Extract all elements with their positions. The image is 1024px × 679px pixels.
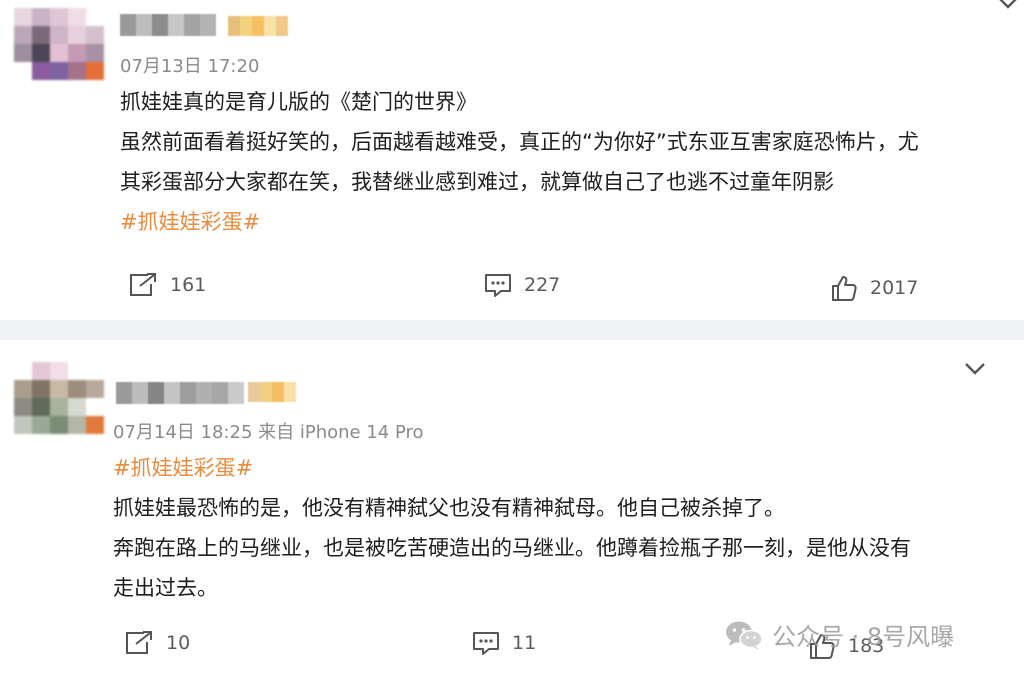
avatar[interactable] — [14, 8, 104, 80]
hashtag-link[interactable]: #抓娃娃彩蛋# — [113, 456, 253, 480]
watermark: 公众号 · 8号风曝 — [724, 617, 954, 652]
hashtag-link[interactable]: #抓娃娃彩蛋# — [120, 210, 260, 234]
post-text-line: 走出过去。 — [113, 576, 218, 600]
share-icon — [126, 631, 152, 654]
post-text-line: 奔跑在路上的马继业，也是被吃苦硬造出的马继业。他蹲着捡瓶子那一刻，是他从没有 — [113, 536, 911, 560]
share-count: 10 — [166, 632, 191, 654]
share-button[interactable]: 10 — [124, 630, 190, 656]
chevron-down-icon[interactable] — [995, 0, 1021, 12]
user-badge — [228, 16, 288, 36]
like-button[interactable]: 2017 — [830, 274, 918, 302]
post-text-line: 其彩蛋部分大家都在笑，我替继业感到难过，就算做自己了也逃不过童年阴影 — [120, 170, 834, 194]
post-divider — [0, 320, 1024, 340]
comment-button[interactable]: 227 — [484, 272, 560, 298]
chevron-down-icon[interactable] — [962, 360, 988, 378]
comment-icon — [473, 632, 499, 655]
comment-count: 11 — [512, 632, 537, 654]
username[interactable] — [116, 382, 244, 404]
avatar[interactable] — [14, 362, 104, 434]
post-text-line: 虽然前面看着挺好笑的，后面越看越难受，真正的“为你好”式东亚互害家庭恐怖片，尤 — [120, 130, 919, 154]
post-timestamp: 07月14日 18:25 来自 iPhone 14 Pro — [113, 422, 424, 443]
post-text: #抓娃娃彩蛋# 抓娃娃最恐怖的是，他没有精神弑父也没有精神弑母。他自己被杀掉了。… — [113, 448, 1003, 608]
comment-count: 227 — [524, 274, 561, 296]
post-text-line: 抓娃娃最恐怖的是，他没有精神弑父也没有精神弑母。他自己被杀掉了。 — [113, 496, 785, 520]
comment-button[interactable]: 11 — [472, 630, 536, 656]
like-icon — [832, 276, 857, 301]
username[interactable] — [120, 14, 216, 36]
post-card: 07月13日 17:20 抓娃娃真的是育儿版的《楚门的世界》 虽然前面看着挺好笑… — [0, 0, 1024, 320]
comment-icon — [485, 274, 511, 297]
post-text-line: 抓娃娃真的是育儿版的《楚门的世界》 — [120, 90, 477, 114]
post-text: 抓娃娃真的是育儿版的《楚门的世界》 虽然前面看着挺好笑的，后面越看越难受，真正的… — [120, 82, 1010, 242]
like-count: 2017 — [870, 277, 919, 299]
user-badge — [248, 382, 308, 402]
share-button[interactable]: 161 — [128, 272, 206, 298]
share-icon — [130, 273, 156, 296]
share-count: 161 — [170, 274, 207, 296]
wechat-icon — [726, 621, 763, 650]
watermark-text: 公众号 · 8号风曝 — [772, 623, 955, 651]
post-timestamp: 07月13日 17:20 — [120, 56, 260, 77]
